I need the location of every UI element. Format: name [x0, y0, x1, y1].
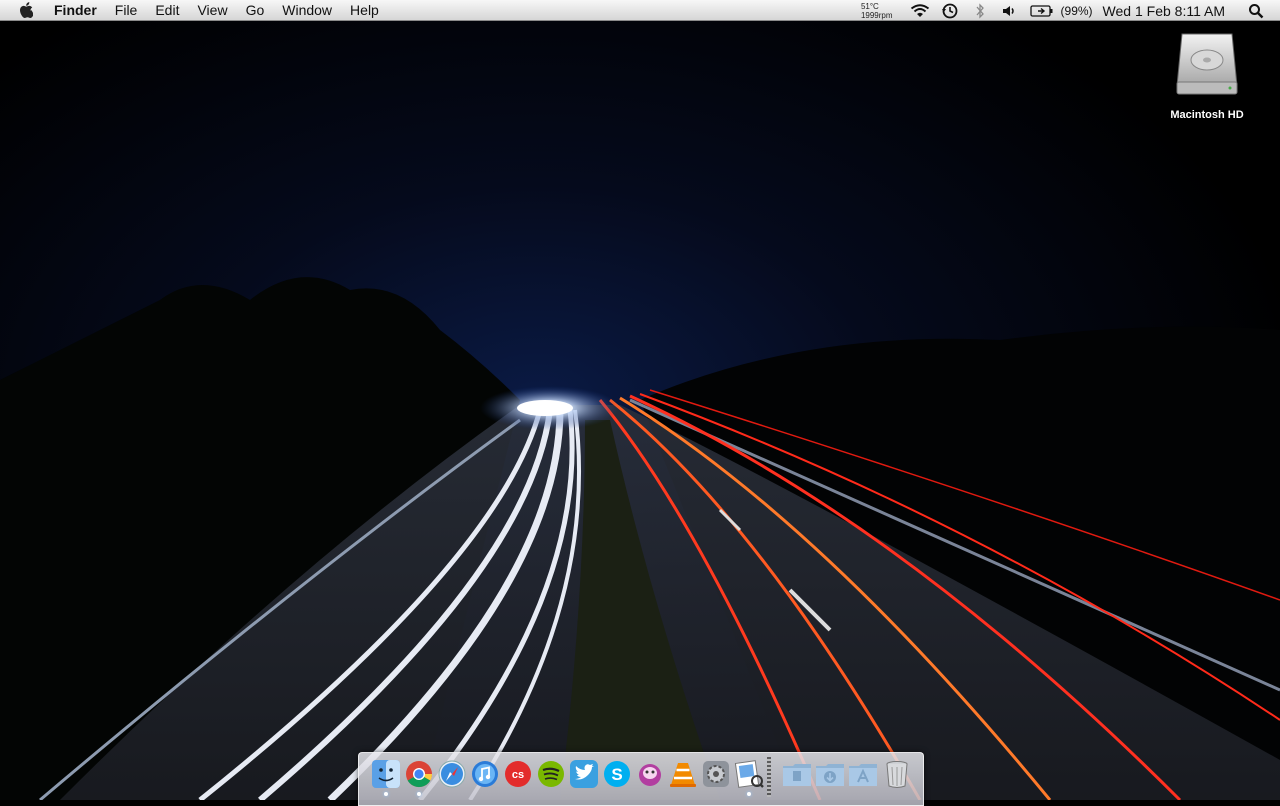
dock: cs S	[358, 752, 924, 806]
svg-text:cs: cs	[512, 769, 524, 781]
lastfm-icon[interactable]: cs	[503, 759, 533, 789]
running-indicator	[417, 792, 421, 796]
menu-help[interactable]: Help	[341, 0, 388, 21]
chrome-icon[interactable]	[404, 759, 434, 789]
dock-separator[interactable]	[767, 757, 771, 797]
itunes-icon[interactable]	[470, 759, 500, 789]
desktop-wallpaper	[0, 0, 1280, 800]
twitter-icon[interactable]	[569, 759, 599, 789]
menu-view[interactable]: View	[188, 0, 236, 21]
downloads-folder-icon[interactable]	[815, 759, 845, 789]
safari-icon[interactable]	[437, 759, 467, 789]
trash-icon[interactable]	[882, 759, 912, 789]
fan-speed-value: 1999rpm	[860, 10, 893, 20]
adium-icon[interactable]	[635, 759, 665, 789]
finder-icon[interactable]	[371, 759, 401, 789]
menu-window[interactable]: Window	[273, 0, 341, 21]
spotify-icon[interactable]	[536, 759, 566, 789]
menu-bar: Finder File Edit View Go Window Help 51°…	[0, 0, 1280, 21]
menu-clock[interactable]: Wed 1 Feb 8:11 AM	[1103, 3, 1225, 19]
desktop-icon-macintosh-hd[interactable]: Macintosh HD	[1164, 30, 1250, 121]
spotlight-icon[interactable]	[1246, 0, 1266, 21]
menu-go[interactable]: Go	[237, 0, 274, 21]
battery-icon[interactable]	[1029, 0, 1054, 21]
menu-app-finder[interactable]: Finder	[52, 0, 106, 21]
svg-text:S: S	[611, 765, 622, 784]
preview-icon[interactable]	[734, 759, 764, 789]
hard-drive-icon	[1176, 33, 1238, 95]
running-indicator	[747, 792, 751, 796]
menu-edit[interactable]: Edit	[146, 0, 188, 21]
battery-percentage: (99%)	[1060, 3, 1093, 18]
time-machine-icon[interactable]	[940, 0, 960, 21]
desktop-icon-label: Macintosh HD	[1170, 109, 1244, 121]
apple-icon[interactable]	[16, 0, 36, 21]
volume-icon[interactable]	[1000, 0, 1020, 21]
running-indicator	[384, 792, 388, 796]
applications-folder-icon[interactable]	[848, 759, 878, 789]
menu-file[interactable]: File	[106, 0, 147, 21]
bluetooth-icon[interactable]	[970, 0, 990, 21]
documents-folder-icon[interactable]	[782, 759, 812, 789]
system-preferences-icon[interactable]	[701, 759, 731, 789]
vlc-icon[interactable]	[668, 759, 698, 789]
temperature-value: 51°C	[860, 1, 879, 11]
skype-icon[interactable]: S	[602, 759, 632, 789]
temperature-fan-readout[interactable]: 51°C 1999rpm	[861, 2, 893, 20]
wifi-icon[interactable]	[910, 0, 930, 21]
